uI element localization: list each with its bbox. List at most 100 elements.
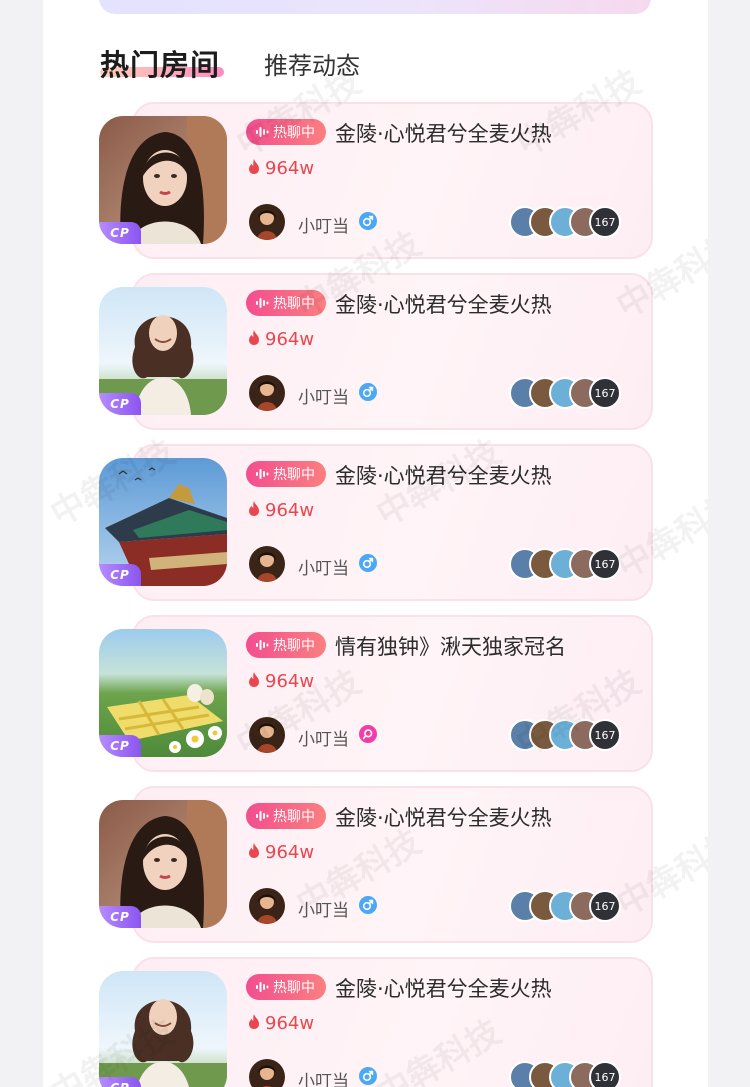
owner-name[interactable]: 小叮当 — [298, 554, 349, 579]
male-icon — [359, 383, 377, 401]
flame-icon — [247, 842, 261, 863]
room-cover-image[interactable]: CP — [99, 458, 227, 586]
room-title[interactable]: 金陵·心悦君兮全麦火热 — [335, 973, 552, 1003]
heat-indicator: 964w — [247, 671, 314, 692]
heat-indicator: 964w — [247, 329, 314, 350]
flame-icon — [247, 1013, 261, 1034]
room-cover-image[interactable]: CP — [99, 629, 227, 757]
heat-value: 964w — [265, 500, 315, 521]
room-card[interactable]: CP 热聊中 金陵·心悦君兮全麦火热 964w 小叮当 167 — [99, 273, 653, 430]
room-card[interactable]: CP 热聊中 金陵·心悦君兮全麦火热 964w 小叮当 167 — [99, 444, 653, 601]
owner-name[interactable]: 小叮当 — [298, 725, 349, 750]
room-cover-image[interactable]: CP — [99, 116, 227, 244]
sound-wave-icon — [255, 296, 269, 310]
room-card[interactable]: CP 热聊中 情有独钟》湫天独家冠名 964w 小叮当 167 — [99, 615, 653, 772]
owner-avatar[interactable] — [249, 375, 285, 411]
owner-avatar[interactable] — [249, 1059, 285, 1087]
sound-wave-icon — [255, 638, 269, 652]
member-count: 167 — [589, 548, 621, 580]
owner-name[interactable]: 小叮当 — [298, 212, 349, 237]
male-icon — [359, 212, 377, 230]
member-avatar-stack[interactable]: 167 — [509, 206, 621, 238]
cp-badge: CP — [99, 564, 141, 586]
hot-chat-tag: 热聊中 — [246, 290, 326, 316]
heat-value: 964w — [265, 842, 315, 863]
hot-chat-tag-label: 热聊中 — [273, 809, 315, 825]
member-avatar-stack[interactable]: 167 — [509, 548, 621, 580]
hot-chat-tag-label: 热聊中 — [273, 125, 315, 141]
cp-badge-label: CP — [110, 910, 130, 924]
member-count: 167 — [589, 206, 621, 238]
male-icon — [359, 554, 377, 572]
heat-indicator: 964w — [247, 500, 314, 521]
cp-badge-label: CP — [110, 226, 130, 240]
room-title[interactable]: 金陵·心悦君兮全麦火热 — [335, 460, 552, 490]
sound-wave-icon — [255, 980, 269, 994]
flame-icon — [247, 500, 261, 521]
owner-avatar[interactable] — [249, 546, 285, 582]
tab-hot-rooms[interactable]: 热门房间 — [100, 42, 220, 84]
flame-icon — [247, 671, 261, 692]
hot-chat-tag: 热聊中 — [246, 461, 326, 487]
owner-avatar[interactable] — [249, 204, 285, 240]
heat-value: 964w — [265, 329, 315, 350]
hot-chat-tag-label: 热聊中 — [273, 980, 315, 996]
hot-chat-tag: 热聊中 — [246, 632, 326, 658]
member-count: 167 — [589, 719, 621, 751]
room-card[interactable]: CP 热聊中 金陵·心悦君兮全麦火热 964w 小叮当 167 — [99, 786, 653, 943]
room-cover-image[interactable]: CP — [99, 971, 227, 1087]
room-cover-image[interactable]: CP — [99, 800, 227, 928]
flame-icon — [247, 158, 261, 179]
room-title[interactable]: 情有独钟》湫天独家冠名 — [335, 631, 566, 661]
sound-wave-icon — [255, 809, 269, 823]
hot-chat-tag: 热聊中 — [246, 803, 326, 829]
room-title[interactable]: 金陵·心悦君兮全麦火热 — [335, 802, 552, 832]
cp-badge-label: CP — [110, 397, 130, 411]
owner-name[interactable]: 小叮当 — [298, 896, 349, 921]
hot-chat-tag: 热聊中 — [246, 119, 326, 145]
room-title[interactable]: 金陵·心悦君兮全麦火热 — [335, 289, 552, 319]
cover-art — [99, 971, 227, 1087]
owner-avatar[interactable] — [249, 888, 285, 924]
member-count: 167 — [589, 1061, 621, 1087]
owner-name[interactable]: 小叮当 — [298, 1067, 349, 1087]
room-list-panel: 热门房间 推荐动态 CP 热聊中 金陵·心悦君兮全麦火热 964w 小叮当 16… — [43, 0, 708, 1087]
owner-avatar[interactable] — [249, 717, 285, 753]
heat-value: 964w — [265, 671, 315, 692]
room-card[interactable]: CP 热聊中 金陵·心悦君兮全麦火热 964w 小叮当 167 — [99, 102, 653, 259]
hot-chat-tag-label: 热聊中 — [273, 467, 315, 483]
member-avatar-stack[interactable]: 167 — [509, 1061, 621, 1087]
member-avatar-stack[interactable]: 167 — [509, 890, 621, 922]
member-count: 167 — [589, 377, 621, 409]
member-avatar-stack[interactable]: 167 — [509, 719, 621, 751]
cp-badge: CP — [99, 222, 141, 244]
room-card[interactable]: CP 热聊中 金陵·心悦君兮全麦火热 964w 小叮当 167 — [99, 957, 653, 1087]
room-title[interactable]: 金陵·心悦君兮全麦火热 — [335, 118, 552, 148]
heat-value: 964w — [265, 158, 315, 179]
cp-badge-label: CP — [110, 1081, 130, 1087]
owner-name[interactable]: 小叮当 — [298, 383, 349, 408]
sound-wave-icon — [255, 125, 269, 139]
tab-recommended-feed[interactable]: 推荐动态 — [264, 46, 360, 81]
cp-badge-label: CP — [110, 568, 130, 582]
male-icon — [359, 1067, 377, 1085]
room-cover-image[interactable]: CP — [99, 287, 227, 415]
heat-indicator: 964w — [247, 1013, 314, 1034]
heat-indicator: 964w — [247, 842, 314, 863]
hot-chat-tag-label: 热聊中 — [273, 638, 315, 654]
cp-badge: CP — [99, 906, 141, 928]
heat-value: 964w — [265, 1013, 315, 1034]
hot-chat-tag: 热聊中 — [246, 974, 326, 1000]
heat-indicator: 964w — [247, 158, 314, 179]
member-count: 167 — [589, 890, 621, 922]
flame-icon — [247, 329, 261, 350]
female-icon — [359, 725, 377, 743]
cp-badge: CP — [99, 393, 141, 415]
top-banner[interactable] — [99, 0, 651, 14]
sound-wave-icon — [255, 467, 269, 481]
member-avatar-stack[interactable]: 167 — [509, 377, 621, 409]
cp-badge: CP — [99, 735, 141, 757]
hot-chat-tag-label: 热聊中 — [273, 296, 315, 312]
cp-badge: CP — [99, 1077, 141, 1087]
cp-badge-label: CP — [110, 739, 130, 753]
